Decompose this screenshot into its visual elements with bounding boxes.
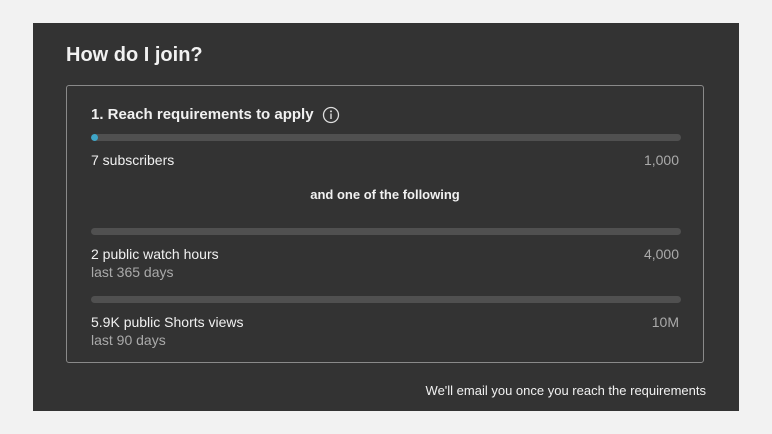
step-heading: 1. Reach requirements to apply: [91, 105, 340, 125]
subscribers-target: 1,000: [643, 152, 679, 168]
separator-text: and one of the following: [310, 187, 460, 202]
shorts-views-target: 10M: [651, 314, 679, 330]
shorts-views-period: last 90 days: [91, 332, 166, 348]
requirements-card: 1. Reach requirements to apply 7 subscri…: [66, 85, 704, 363]
info-circle-icon[interactable]: [322, 106, 340, 124]
watch-hours-label: 2 public watch hours: [91, 246, 219, 262]
join-requirements-panel: How do I join? 1. Reach requirements to …: [33, 23, 739, 411]
subscribers-progress-bar: [91, 134, 681, 141]
subscribers-label: 7 subscribers: [91, 152, 175, 168]
shorts-views-label: 5.9K public Shorts views: [91, 314, 244, 330]
step-title-text: 1. Reach requirements to apply: [91, 106, 314, 123]
watch-hours-target: 4,000: [643, 246, 679, 262]
subscribers-progress-fill: [91, 134, 98, 141]
watch-hours-period: last 365 days: [91, 264, 174, 280]
page-title: How do I join?: [66, 44, 203, 66]
email-notice: We'll email you once you reach the requi…: [425, 383, 706, 398]
shorts-views-progress-bar: [91, 296, 681, 303]
watch-hours-progress-bar: [91, 228, 681, 235]
